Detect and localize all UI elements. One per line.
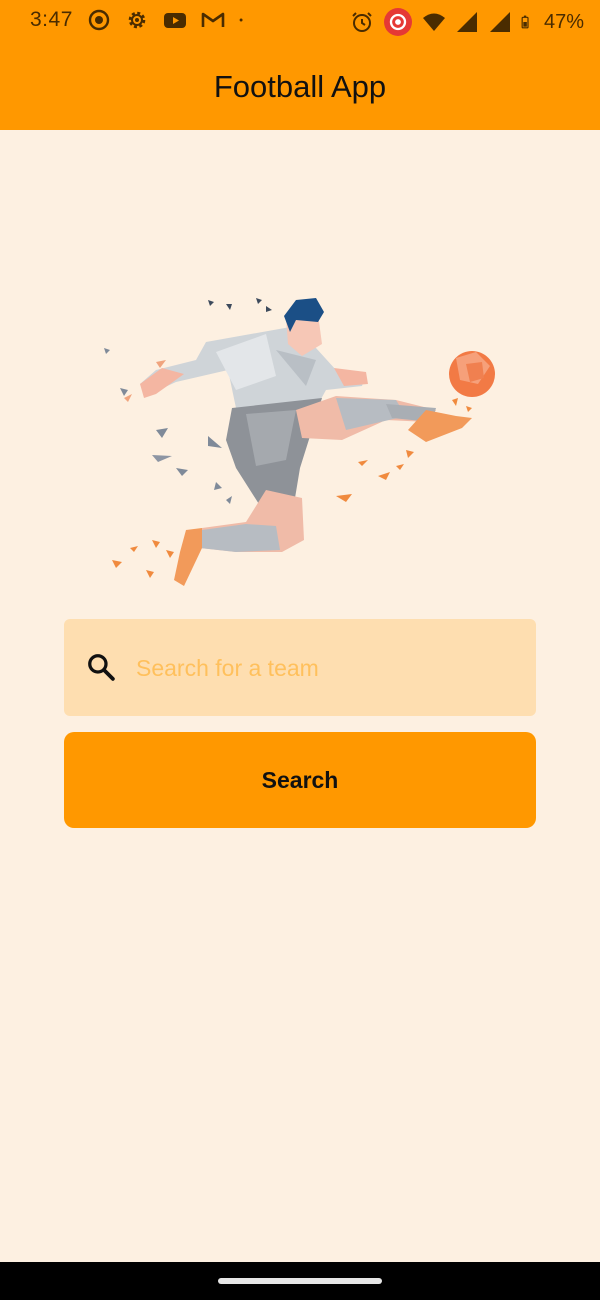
signal-icon: [489, 12, 510, 32]
status-bar: 3:47 47%: [0, 0, 600, 44]
battery-icon: [521, 15, 529, 29]
search-icon: [88, 654, 115, 681]
signal-icon: [456, 12, 477, 32]
battery-percentage: 47%: [543, 10, 584, 33]
search-input[interactable]: [134, 639, 518, 698]
football-player-illustration: [104, 298, 495, 586]
team-search-field[interactable]: [64, 619, 536, 716]
navigation-bar: [0, 1262, 600, 1300]
screen-record-icon: [383, 8, 412, 36]
wifi-icon: [422, 13, 445, 31]
notification-dot-icon: [239, 18, 243, 22]
player-standing-shoe: [174, 528, 202, 586]
record-icon: [88, 9, 110, 31]
home-indicator[interactable]: [218, 1278, 382, 1284]
status-right-group: 47%: [350, 8, 584, 36]
player-arm: [140, 368, 184, 398]
status-time: 3:47: [30, 8, 73, 31]
gmail-icon: [201, 12, 225, 27]
settings-gear-icon: [128, 11, 146, 29]
app-title: Football App: [213, 69, 387, 104]
alarm-icon: [352, 12, 372, 32]
search-button[interactable]: Search: [64, 732, 536, 828]
status-left-group: 3:47: [30, 8, 249, 32]
youtube-icon: [163, 13, 186, 28]
app-bar: Football App: [0, 44, 600, 130]
